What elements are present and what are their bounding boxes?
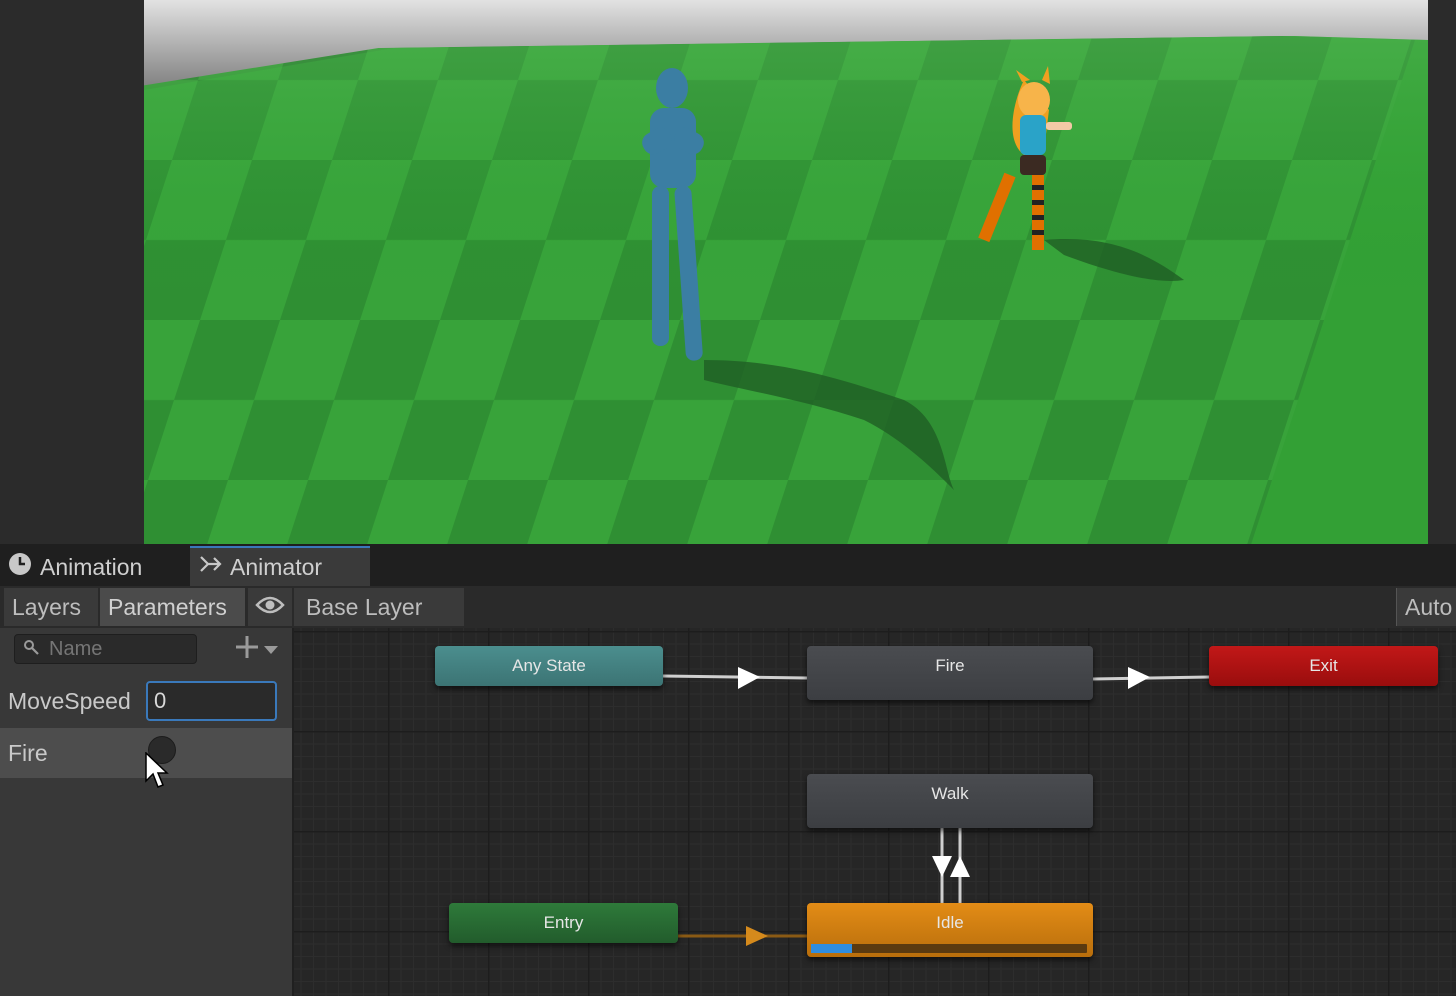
ground-fog <box>144 36 1428 300</box>
tab-animator-label: Animator <box>230 553 323 580</box>
transition-any-to-fire[interactable] <box>662 667 808 689</box>
plus-icon <box>234 634 260 664</box>
idle-progress-fill <box>811 944 853 953</box>
idle-progress-bar <box>811 944 1087 953</box>
state-node-idle[interactable]: Idle <box>807 903 1093 957</box>
tab-animation[interactable]: Animation <box>0 548 190 586</box>
state-node-any-state[interactable]: Any State <box>435 646 663 686</box>
editor-side-panel-right <box>1428 0 1456 544</box>
scene-render <box>144 0 1428 544</box>
state-node-walk[interactable]: Walk <box>807 774 1093 828</box>
transition-walk-to-idle[interactable] <box>932 828 952 903</box>
eye-toggle-button[interactable] <box>248 588 292 626</box>
parameter-search-box[interactable] <box>14 634 197 664</box>
state-node-entry[interactable]: Entry <box>449 903 678 943</box>
transition-entry-to-idle[interactable] <box>678 926 807 946</box>
parameter-row-movespeed[interactable]: MoveSpeed <box>0 676 292 726</box>
search-input[interactable] <box>47 636 191 662</box>
mouse-cursor-icon <box>145 751 169 794</box>
layers-tab-button[interactable]: Layers <box>4 588 98 626</box>
state-node-idle-label: Idle <box>936 913 964 932</box>
state-node-fire[interactable]: Fire <box>807 646 1093 700</box>
transition-idle-to-walk[interactable] <box>950 828 970 903</box>
parameter-name: MoveSpeed <box>8 687 131 714</box>
add-parameter-button[interactable] <box>234 634 284 664</box>
state-node-exit[interactable]: Exit <box>1209 646 1438 686</box>
editor-tab-bar: Animation Animator <box>0 544 1456 586</box>
eye-icon <box>255 594 285 621</box>
tab-animator[interactable]: Animator <box>190 546 370 586</box>
auto-live-link-button[interactable]: Auto <box>1396 588 1456 626</box>
clock-icon <box>8 552 32 582</box>
parameter-name: Fire <box>8 739 48 766</box>
animator-graph-canvas[interactable]: Any State Fire Exit Walk Entry Idle <box>294 628 1456 996</box>
transition-fire-to-exit[interactable] <box>1092 667 1210 689</box>
chevron-down-icon <box>264 640 278 659</box>
breadcrumb-base-layer[interactable]: Base Layer <box>294 588 464 626</box>
editor-side-panel-left <box>0 0 144 544</box>
animator-toolbar: Layers Parameters Base Layer Auto <box>0 586 1456 629</box>
parameters-tab-button[interactable]: Parameters <box>100 588 245 626</box>
breadcrumb-label: Base Layer <box>306 593 423 620</box>
parameters-panel: MoveSpeed Fire <box>0 628 294 996</box>
search-icon <box>23 638 41 660</box>
state-machine-icon <box>198 552 222 582</box>
scene-viewport[interactable] <box>144 0 1428 544</box>
tab-animation-label: Animation <box>40 553 143 580</box>
movespeed-value-field[interactable] <box>146 681 277 721</box>
